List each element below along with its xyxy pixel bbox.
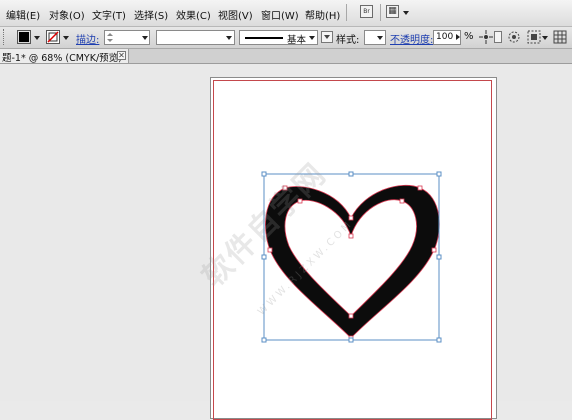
- isolate-group-icon[interactable]: [507, 30, 521, 44]
- fill-dropdown-arrow-icon[interactable]: [34, 36, 40, 40]
- bridge-icon[interactable]: Br: [360, 5, 373, 18]
- menu-type[interactable]: 文字(T): [92, 7, 126, 22]
- menu-window[interactable]: 窗口(W): [261, 7, 299, 22]
- transform-grid-icon[interactable]: [553, 30, 567, 44]
- control-bar: 描边: 基本 样式: 不透明度: 100 %: [0, 27, 572, 49]
- percent-sign: %: [464, 31, 474, 42]
- no-stroke-icon: [47, 31, 59, 43]
- brush-options-arrow-icon: [324, 35, 330, 39]
- brush-definition-dropdown-icon[interactable]: [309, 36, 315, 40]
- stroke-dropdown-arrow-icon[interactable]: [63, 36, 69, 40]
- canvas-area[interactable]: 软件自学网 WWW.RJZXW.COM: [0, 64, 572, 420]
- arrange-documents-icon[interactable]: ▦: [386, 5, 399, 18]
- menu-effect[interactable]: 效果(C): [176, 7, 211, 22]
- artwork-layer: [261, 171, 442, 343]
- stroke-swatch[interactable]: [46, 30, 60, 44]
- brush-definition-label: 基本: [287, 35, 307, 46]
- stroke-label[interactable]: 描边:: [76, 31, 99, 46]
- menu-select[interactable]: 选择(S): [134, 7, 168, 22]
- stroke-weight-stepper-icon[interactable]: [106, 31, 114, 44]
- fill-color-icon: [19, 32, 29, 42]
- recolor-artwork-icon[interactable]: [479, 30, 493, 44]
- basic-stroke-line-icon: [245, 37, 283, 39]
- opacity-value: 100: [436, 32, 454, 42]
- menu-separator: [346, 4, 347, 21]
- menu-bar: 编辑(E) 对象(O) 文字(T) 选择(S) 效果(C) 视图(V) 窗口(W…: [0, 0, 572, 27]
- close-icon[interactable]: ✕: [117, 51, 126, 60]
- menu-view[interactable]: 视图(V): [218, 7, 253, 22]
- fill-swatch[interactable]: [17, 30, 31, 44]
- style-label: 样式:: [336, 35, 360, 46]
- menu-edit[interactable]: 编辑(E): [6, 7, 40, 22]
- menu-separator: [380, 4, 381, 21]
- opacity-label[interactable]: 不透明度:: [390, 31, 433, 46]
- stroke-weight-field[interactable]: [104, 30, 150, 45]
- variable-width-dropdown-icon[interactable]: [226, 36, 232, 40]
- brush-definition-field[interactable]: 基本: [239, 30, 318, 46]
- align-options-icon[interactable]: [527, 30, 541, 44]
- stroke-weight-dropdown-icon[interactable]: [142, 36, 148, 40]
- panel-grip-icon[interactable]: [3, 29, 7, 45]
- menu-object[interactable]: 对象(O): [49, 7, 85, 22]
- document-tab-title: 题-1* @ 68% (CMYK/预览): [2, 53, 122, 64]
- graphic-style-swatch[interactable]: [364, 30, 386, 45]
- opacity-slider-arrow-icon[interactable]: [456, 34, 460, 40]
- align-dropdown-icon[interactable]: [542, 36, 548, 40]
- menu-help[interactable]: 帮助(H): [305, 7, 340, 22]
- document-tab[interactable]: 题-1* @ 68% (CMYK/预览) ✕: [0, 49, 129, 64]
- brush-options-icon[interactable]: [321, 31, 333, 43]
- document-tab-bar: 题-1* @ 68% (CMYK/预览) ✕: [0, 49, 572, 64]
- recolor-dropdown-icon[interactable]: [494, 31, 502, 43]
- graphic-style-dropdown-icon[interactable]: [377, 36, 383, 40]
- arrange-dropdown-arrow-icon[interactable]: [403, 11, 409, 15]
- variable-width-profile-field[interactable]: [156, 30, 235, 45]
